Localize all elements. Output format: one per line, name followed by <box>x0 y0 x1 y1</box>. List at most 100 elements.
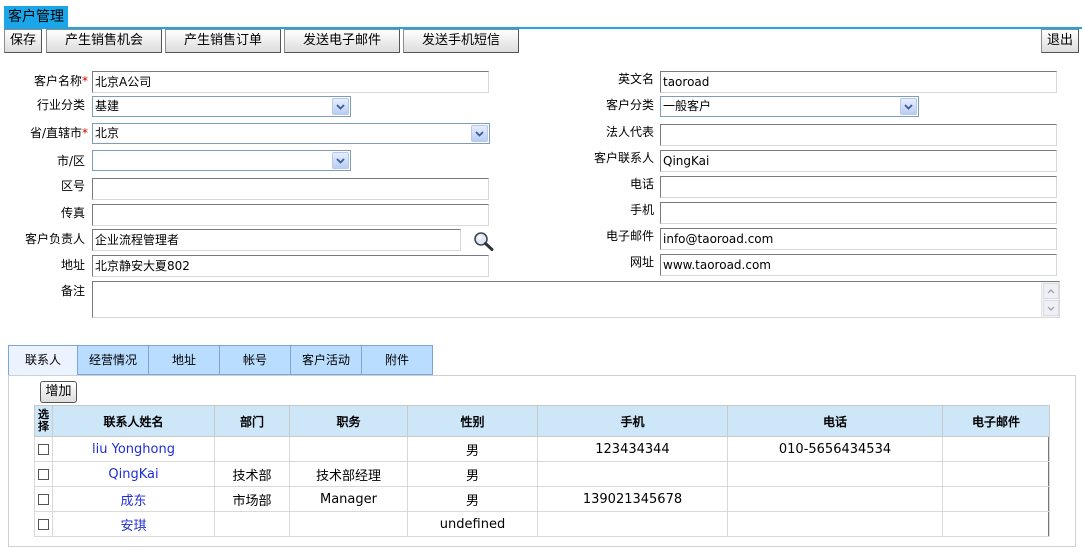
legal-rep-input[interactable] <box>660 124 1057 146</box>
col-header-select: 选择 <box>34 405 53 437</box>
tab-contacts[interactable]: 联系人 <box>8 345 78 376</box>
phone-label: 电话 <box>629 177 654 191</box>
english-name-label: 英文名 <box>617 72 654 86</box>
fax-label: 传真 <box>60 206 85 220</box>
customer-name-input[interactable]: 北京A公司 <box>92 71 489 93</box>
contact-email <box>942 511 1050 537</box>
remark-scrollbar[interactable] <box>1041 282 1059 317</box>
remark-label: 备注 <box>60 284 85 298</box>
scroll-down-icon[interactable] <box>1043 300 1059 316</box>
contact-dept: 技术部 <box>214 461 290 487</box>
chevron-down-icon[interactable] <box>332 152 349 169</box>
fax-input[interactable] <box>92 204 489 226</box>
contact-phone <box>727 461 943 487</box>
contact-title: 技术部经理 <box>289 461 408 487</box>
contact-name-link[interactable]: 安琪 <box>52 511 215 537</box>
legal-rep-label: 法人代表 <box>605 125 654 139</box>
contact-title <box>289 511 408 537</box>
remark-textarea[interactable] <box>92 281 1060 318</box>
industry-label: 行业分类 <box>36 98 85 112</box>
owner-input[interactable]: 企业流程管理者 <box>92 229 461 251</box>
row-checkbox[interactable] <box>38 468 49 480</box>
col-header-title: 职务 <box>289 405 408 437</box>
table-row: liu Yonghong 男 123434344 010-5656434534 <box>34 436 1050 462</box>
send-email-button[interactable]: 发送电子邮件 <box>284 29 400 53</box>
website-input[interactable]: www.taoroad.com <box>660 254 1057 276</box>
row-checkbox[interactable] <box>38 518 49 530</box>
contact-mobile: 139021345678 <box>537 486 728 512</box>
contact-gender: 男 <box>407 461 538 487</box>
chevron-down-icon[interactable] <box>471 125 488 142</box>
exit-button[interactable]: 退出 <box>1041 29 1079 53</box>
city-label: 市/区 <box>56 154 85 168</box>
contact-mobile <box>537 511 728 537</box>
customer-type-select[interactable]: 一般客户 <box>660 96 919 117</box>
tab-account[interactable]: 帐号 <box>219 345 291 375</box>
city-select[interactable] <box>92 150 351 171</box>
contact-email <box>942 486 1050 512</box>
owner-label: 客户负责人 <box>24 232 85 246</box>
industry-select[interactable]: 基建 <box>92 96 351 117</box>
create-opportunity-button[interactable]: 产生销售机会 <box>46 29 162 53</box>
scroll-up-icon[interactable] <box>1043 283 1059 299</box>
col-header-email: 电子邮件 <box>942 405 1050 437</box>
contact-phone: 010-5656434534 <box>727 436 943 462</box>
col-header-mobile: 手机 <box>537 405 728 437</box>
contact-gender: undefined <box>407 511 538 537</box>
contact-name-link[interactable]: QingKai <box>52 461 215 487</box>
col-header-gender: 性别 <box>407 405 538 437</box>
province-label: 省/直辖市* <box>29 126 88 140</box>
send-sms-button[interactable]: 发送手机短信 <box>403 29 519 53</box>
contact-phone <box>727 486 943 512</box>
tab-attachments[interactable]: 附件 <box>361 345 433 375</box>
col-header-phone: 电话 <box>727 405 943 437</box>
tab-business[interactable]: 经营情况 <box>77 345 149 375</box>
tab-address[interactable]: 地址 <box>148 345 220 375</box>
contact-dept <box>214 511 290 537</box>
row-checkbox[interactable] <box>38 443 49 455</box>
contact-name-link[interactable]: liu Yonghong <box>52 436 215 462</box>
add-contact-button[interactable]: 增加 <box>40 381 77 403</box>
contact-gender: 男 <box>407 436 538 462</box>
table-header-row: 选择 联系人姓名 部门 职务 性别 手机 电话 电子邮件 <box>34 405 1050 437</box>
province-select[interactable]: 北京 <box>92 123 490 144</box>
contact-title: Manager <box>289 486 408 512</box>
address-input[interactable]: 北京静安大夏802 <box>92 255 489 277</box>
website-label: 网址 <box>629 255 654 269</box>
contacts-table: 选择 联系人姓名 部门 职务 性别 手机 电话 电子邮件 liu Yonghon… <box>34 405 1050 537</box>
contact-input[interactable]: QingKai <box>660 150 1057 172</box>
contact-dept <box>214 436 290 462</box>
table-row: QingKai 技术部 技术部经理 男 <box>34 461 1050 487</box>
area-code-label: 区号 <box>60 179 85 193</box>
customer-type-label: 客户分类 <box>605 98 654 112</box>
table-row: 成东 市场部 Manager 男 139021345678 <box>34 486 1050 512</box>
magnifier-icon[interactable] <box>472 230 496 252</box>
area-code-input[interactable] <box>92 178 489 200</box>
create-order-button[interactable]: 产生销售订单 <box>165 29 281 53</box>
contact-phone <box>727 511 943 537</box>
address-label: 地址 <box>60 258 85 272</box>
email-label: 电子邮件 <box>605 229 654 243</box>
row-checkbox[interactable] <box>38 493 49 505</box>
col-header-name: 联系人姓名 <box>52 405 215 437</box>
contact-label: 客户联系人 <box>593 151 654 165</box>
contact-title <box>289 436 408 462</box>
mobile-input[interactable] <box>660 202 1057 224</box>
english-name-input[interactable]: taoroad <box>660 71 1057 93</box>
contact-mobile <box>537 461 728 487</box>
chevron-down-icon[interactable] <box>900 98 917 115</box>
contact-dept: 市场部 <box>214 486 290 512</box>
table-row: 安琪 undefined <box>34 511 1050 537</box>
phone-input[interactable] <box>660 176 1057 198</box>
mobile-label: 手机 <box>629 203 654 217</box>
chevron-down-icon[interactable] <box>332 98 349 115</box>
page-title: 客户管理 <box>4 6 68 28</box>
email-input[interactable]: info@taoroad.com <box>660 228 1057 250</box>
contact-name-link[interactable]: 成东 <box>52 486 215 512</box>
save-button[interactable]: 保存 <box>4 29 42 53</box>
contact-gender: 男 <box>407 486 538 512</box>
contact-email <box>942 461 1050 487</box>
contact-email <box>942 436 1050 462</box>
contact-mobile: 123434344 <box>537 436 728 462</box>
tab-activities[interactable]: 客户活动 <box>290 345 362 375</box>
